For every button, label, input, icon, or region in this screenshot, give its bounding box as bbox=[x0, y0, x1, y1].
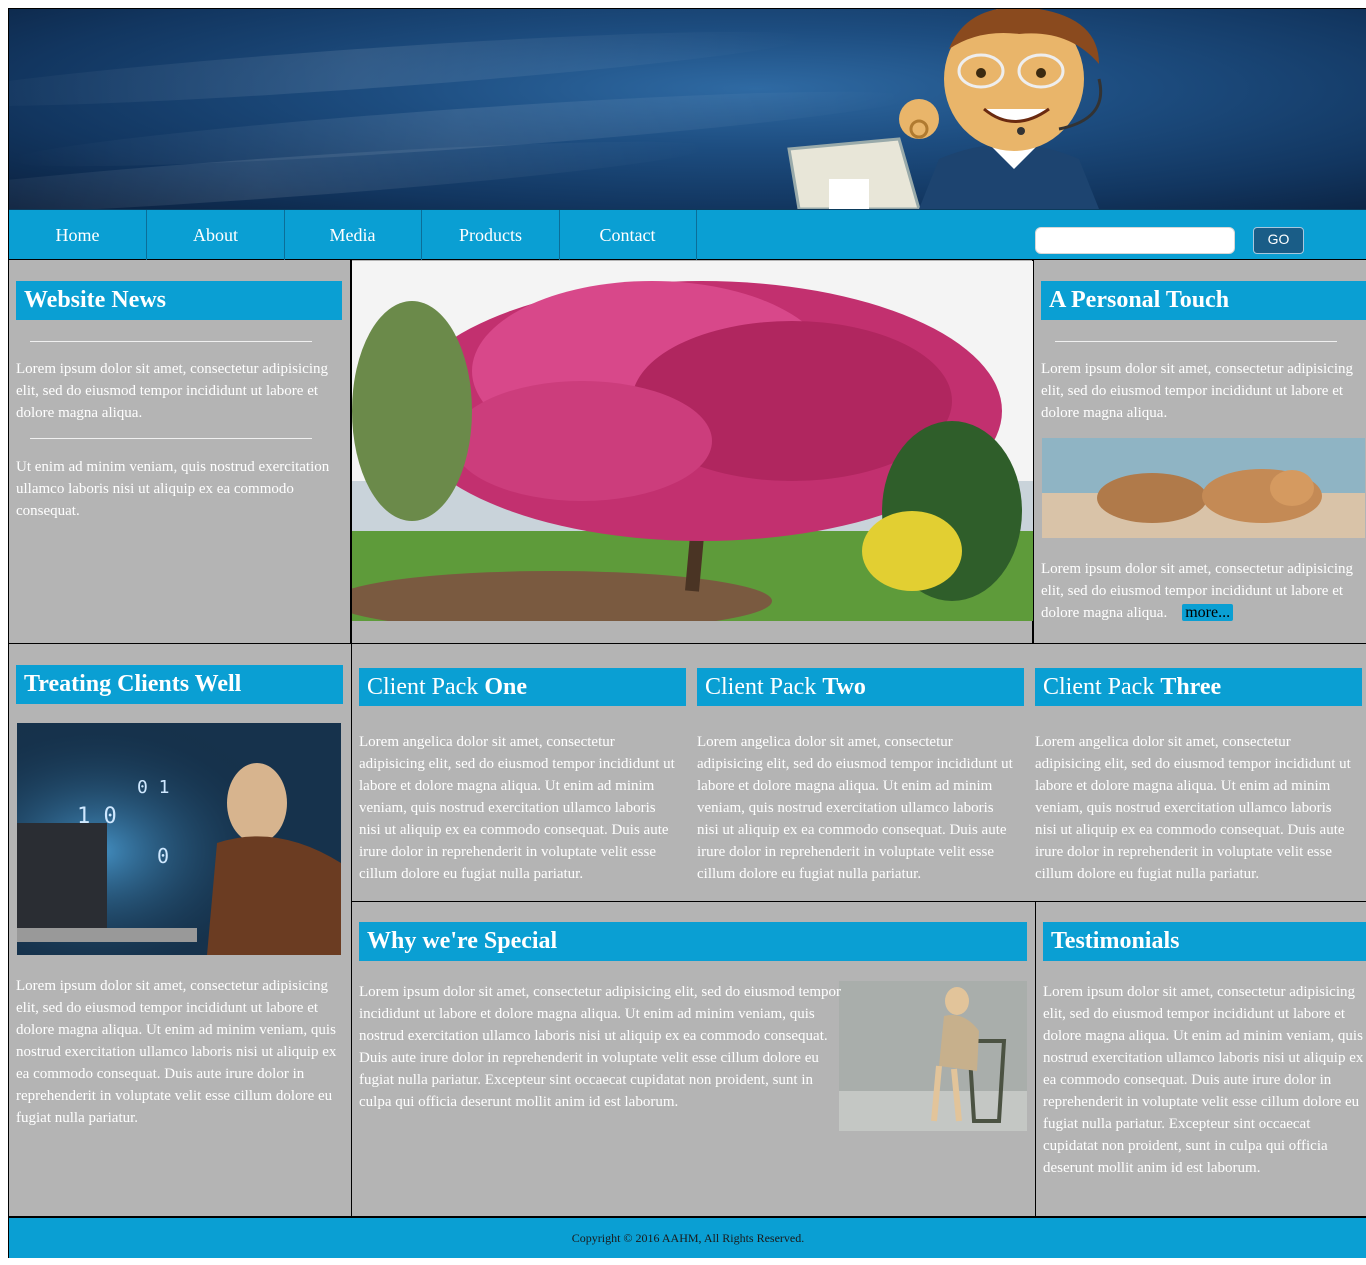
pack-one-title-bold: One bbox=[484, 674, 527, 700]
nav-home[interactable]: Home bbox=[9, 210, 147, 260]
blossom-tree-image bbox=[352, 261, 1033, 621]
pack-one-title-prefix: Client Pack bbox=[367, 674, 485, 700]
page-wrapper: Home About Media Products Contact GO Web… bbox=[8, 8, 1366, 1258]
testimonials-text: Lorem ipsum dolor sit amet, consectetur … bbox=[1043, 984, 1364, 1176]
pack-three-title: Client Pack Three bbox=[1035, 668, 1362, 706]
pack-two-title-bold: Two bbox=[822, 674, 866, 700]
nav-media[interactable]: Media bbox=[284, 210, 422, 260]
copyright-text: Copyright © 2016 AAHM, All Rights Reserv… bbox=[571, 1231, 805, 1245]
nav-about[interactable]: About bbox=[147, 210, 285, 260]
divider bbox=[1055, 341, 1337, 342]
nav-products[interactable]: Products bbox=[422, 210, 560, 260]
search-input[interactable] bbox=[1035, 227, 1235, 254]
personal-touch-text-1: Lorem ipsum dolor sit amet, consectetur … bbox=[1041, 361, 1354, 421]
pack-two-title-prefix: Client Pack bbox=[705, 674, 823, 700]
footer: Copyright © 2016 AAHM, All Rights Reserv… bbox=[9, 1217, 1366, 1258]
pack-two-text: Lorem angelica dolor sit amet, consectet… bbox=[697, 734, 1013, 882]
testimonials-panel: Testimonials Lorem ipsum dolor sit amet,… bbox=[1036, 902, 1366, 1217]
treating-clients-title: Treating Clients Well bbox=[16, 665, 343, 704]
pack-two-title: Client Pack Two bbox=[697, 668, 1024, 706]
pack-three-title-bold: Three bbox=[1160, 674, 1222, 700]
nav-contact[interactable]: Contact bbox=[559, 210, 697, 260]
website-news-text-1: Lorem ipsum dolor sit amet, consectetur … bbox=[16, 361, 329, 421]
special-panel: Why we're Special Lorem ipsum dolor sit … bbox=[352, 902, 1036, 1217]
website-news-title: Website News bbox=[16, 281, 342, 320]
special-title: Why we're Special bbox=[359, 922, 1027, 961]
personal-touch-panel: A Personal Touch Lorem ipsum dolor sit a… bbox=[1033, 260, 1366, 644]
divider bbox=[30, 341, 312, 342]
svg-text:0 1: 0 1 bbox=[137, 777, 170, 798]
testimonials-title: Testimonials bbox=[1043, 922, 1366, 961]
pack-three-text: Lorem angelica dolor sit amet, consectet… bbox=[1035, 734, 1351, 882]
client-packs-panel: Client Pack One Lorem angelica dolor sit… bbox=[352, 644, 1366, 902]
svg-text:1 0: 1 0 bbox=[77, 804, 117, 829]
divider bbox=[30, 438, 312, 439]
personal-touch-text-2: Lorem ipsum dolor sit amet, consectetur … bbox=[1041, 558, 1366, 624]
more-link[interactable]: more... bbox=[1182, 604, 1234, 621]
treating-clients-panel: Treating Clients Well 1 0 0 1 0 Lorem ip… bbox=[9, 644, 352, 1217]
svg-text:0: 0 bbox=[157, 844, 169, 868]
coder-laptop-image: 1 0 0 1 0 bbox=[17, 723, 341, 955]
support-agent-cartoon-image bbox=[787, 9, 1103, 209]
main-nav: Home About Media Products Contact GO bbox=[9, 209, 1366, 260]
website-news-text-2: Ut enim ad minim veniam, quis nostrud ex… bbox=[16, 459, 330, 519]
pack-one-text: Lorem angelica dolor sit amet, consectet… bbox=[359, 734, 675, 882]
special-text: Lorem ipsum dolor sit amet, consectetur … bbox=[359, 984, 841, 1110]
woman-on-chair-image bbox=[839, 981, 1027, 1131]
header-banner bbox=[9, 9, 1366, 209]
treating-clients-text: Lorem ipsum dolor sit amet, consectetur … bbox=[16, 978, 337, 1126]
featured-image-panel bbox=[351, 260, 1033, 644]
pack-three-title-prefix: Client Pack bbox=[1043, 674, 1161, 700]
bunnies-image bbox=[1042, 438, 1365, 538]
pack-one-title: Client Pack One bbox=[359, 668, 686, 706]
personal-touch-title: A Personal Touch bbox=[1041, 281, 1366, 320]
website-news-panel: Website News Lorem ipsum dolor sit amet,… bbox=[9, 260, 351, 644]
go-button[interactable]: GO bbox=[1253, 227, 1304, 254]
